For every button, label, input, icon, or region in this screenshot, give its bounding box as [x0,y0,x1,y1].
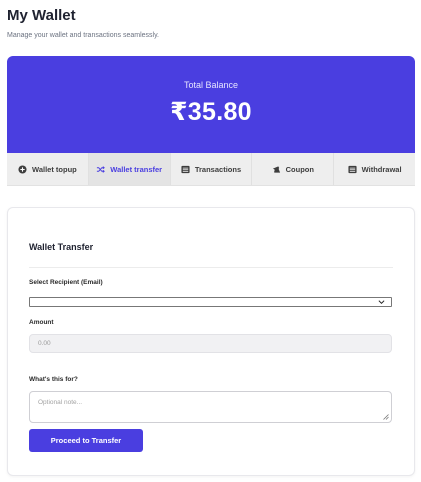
page-subtitle: Manage your wallet and transactions seam… [7,32,160,39]
note-placeholder: Optional note... [38,399,83,406]
recipient-select[interactable] [29,297,392,307]
page-title: My Wallet [7,7,76,24]
list-icon [348,165,357,174]
tab-label: Coupon [285,164,314,174]
balance-card: Total Balance ₹35.80 [7,56,415,153]
tab-label: Wallet topup [32,164,77,174]
balance-amount: ₹35.80 [170,98,252,126]
tab-wallet-transfer[interactable]: Wallet transfer [88,153,171,185]
tab-label: Wallet transfer [110,164,163,174]
list-icon [181,165,190,174]
wallet-transfer-card: Wallet Transfer Select Recipient (Email)… [7,207,415,476]
chevron-down-icon [378,300,385,305]
note-textarea[interactable]: Optional note... [29,391,392,423]
tab-withdrawal[interactable]: Withdrawal [334,153,415,185]
amount-label: Amount [29,319,54,326]
card-title: Wallet Transfer [29,242,94,252]
plus-circle-icon [18,164,27,174]
wallet-tabs: Wallet topup Wallet transfer Transaction… [7,153,415,186]
amount-input[interactable]: 0.00 [29,334,392,353]
tab-label: Transactions [194,164,242,174]
proceed-to-transfer-button[interactable]: Proceed to Transfer [29,429,143,452]
note-label: What's this for? [29,376,78,383]
shuffle-icon [96,165,106,174]
resize-grip-icon[interactable] [383,414,389,420]
tab-wallet-topup[interactable]: Wallet topup [7,153,89,185]
tab-coupon[interactable]: Coupon [252,153,335,185]
ticket-icon [272,165,281,174]
tab-transactions[interactable]: Transactions [171,153,253,185]
tab-label: Withdrawal [361,164,402,174]
recipient-label: Select Recipient (Email) [29,279,103,286]
balance-label: Total Balance [183,80,239,90]
divider [29,267,393,268]
